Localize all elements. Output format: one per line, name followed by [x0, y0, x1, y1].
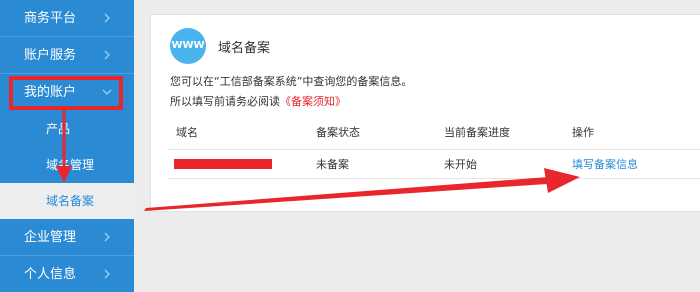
sidebar-item-label: 个人信息 — [24, 267, 77, 282]
hint-text: 您可以在“工信部备案系统”中查询您的备案信息。 — [170, 75, 413, 88]
annotation-highlight-box — [9, 76, 123, 110]
fill-filing-info-link[interactable]: 填写备案信息 — [572, 151, 638, 179]
sidebar-subitem-domain-management[interactable]: 域名管理 — [0, 147, 134, 183]
table-header: 域名 备案状态 当前备案进度 操作 — [168, 118, 700, 150]
chevron-right-icon — [102, 50, 112, 60]
redacted-domain — [174, 159, 272, 169]
sidebar-item-business-platform[interactable]: 商务平台 — [0, 0, 134, 37]
sidebar-subitem-label: 域名备案 — [46, 194, 95, 208]
sidebar: 商务平台 账户服务 我的账户 产品 域名管理 域名备案 企业管理 个人信息 — [0, 0, 134, 292]
www-icon: WWW — [170, 28, 206, 64]
domain-filing-panel: WWW 域名备案 您可以在“工信部备案系统”中查询您的备案信息。 所以填写前请务… — [150, 14, 700, 212]
sidebar-subitem-label: 产品 — [46, 122, 71, 136]
column-header-progress: 当前备案进度 — [444, 126, 510, 139]
chevron-right-icon — [102, 232, 112, 242]
sidebar-subitem-products[interactable]: 产品 — [0, 111, 134, 147]
sidebar-item-label: 商务平台 — [24, 11, 77, 26]
sidebar-subitem-domain-filing[interactable]: 域名备案 — [0, 183, 134, 219]
progress-cell: 未开始 — [444, 158, 477, 171]
table-row: 未备案 未开始 填写备案信息 — [168, 151, 700, 179]
status-cell: 未备案 — [316, 158, 349, 171]
page-title: 域名备案 — [218, 41, 271, 56]
notice-prefix: 所以填写前请务必阅读 — [170, 95, 280, 108]
sidebar-item-label: 账户服务 — [24, 48, 77, 63]
column-header-action: 操作 — [572, 126, 594, 139]
sidebar-item-enterprise-management[interactable]: 企业管理 — [0, 219, 134, 256]
sidebar-item-account-services[interactable]: 账户服务 — [0, 37, 134, 74]
chevron-right-icon — [102, 13, 112, 23]
filing-notice-link[interactable]: 《备案须知》 — [280, 95, 346, 108]
chevron-right-icon — [102, 269, 112, 279]
column-header-domain: 域名 — [176, 126, 198, 139]
sidebar-item-personal-info[interactable]: 个人信息 — [0, 256, 134, 292]
sidebar-item-label: 企业管理 — [24, 230, 77, 245]
column-header-status: 备案状态 — [316, 126, 360, 139]
sidebar-subitem-label: 域名管理 — [46, 158, 95, 172]
notice-text: 所以填写前请务必阅读《备案须知》 — [170, 93, 346, 109]
